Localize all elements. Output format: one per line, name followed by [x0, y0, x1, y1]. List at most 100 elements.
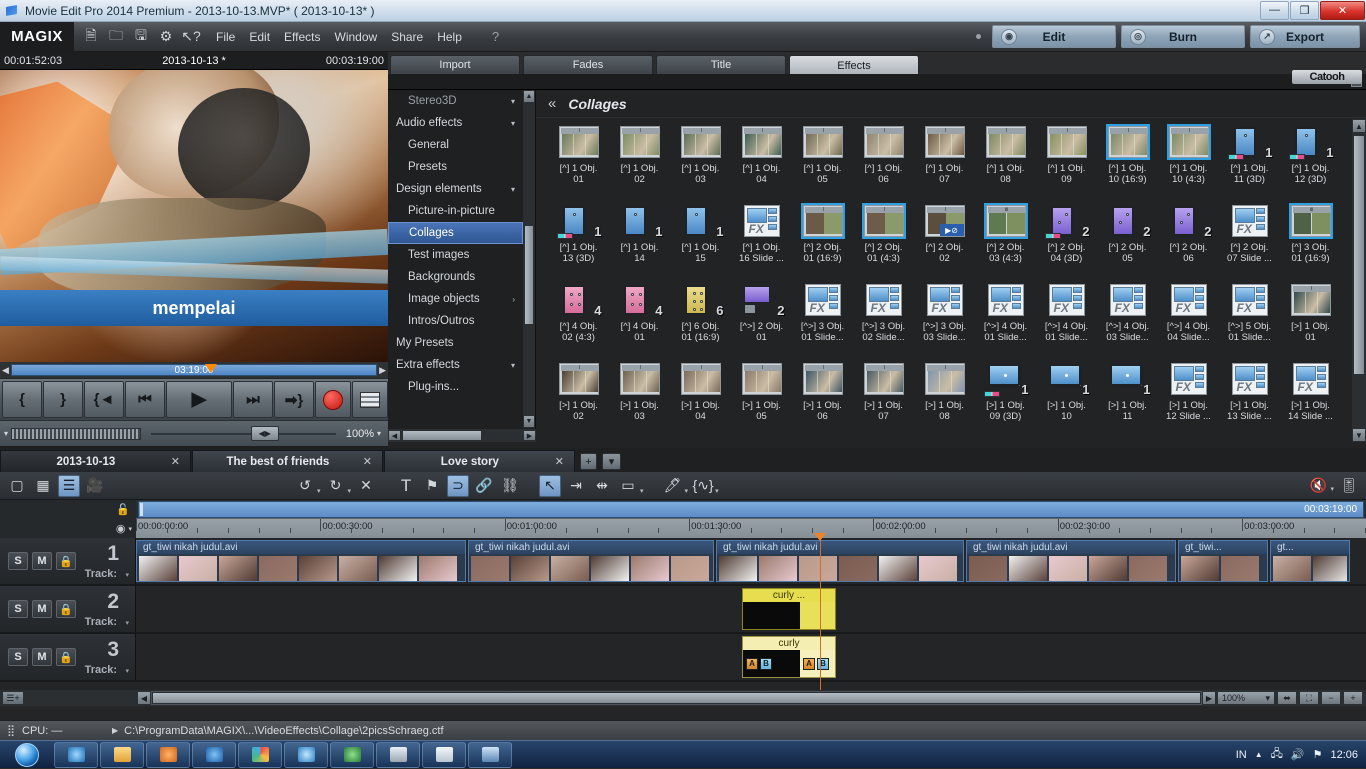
- lock-icon[interactable]: 🔒: [56, 600, 76, 618]
- taskbar-chrome-icon[interactable]: [238, 741, 282, 768]
- effect-item[interactable]: 1 [^] 1 Obj. 14: [609, 202, 670, 281]
- effect-item[interactable]: I [>] 1 Obj. 06: [792, 360, 853, 439]
- delete-icon[interactable]: ✕: [355, 475, 377, 497]
- effect-item[interactable]: Ⅲ [^] 3 Obj. 01 (16:9): [1280, 202, 1341, 281]
- track-lock-all-icon[interactable]: 🔓: [0, 500, 136, 519]
- save-disk-icon[interactable]: 🖫: [130, 26, 152, 48]
- tree-item-extra-effects[interactable]: Extra effects ▾: [388, 354, 523, 376]
- minimize-button[interactable]: —: [1260, 0, 1289, 20]
- effect-item[interactable]: 6 [^] 6 Obj. 01 (16:9): [670, 281, 731, 360]
- effect-item[interactable]: I [>] 1 Obj. 07: [853, 360, 914, 439]
- export-mode-button[interactable]: ↗ Export: [1250, 25, 1360, 48]
- add-tab-button[interactable]: +: [580, 453, 597, 470]
- unlink-icon[interactable]: ⛓: [499, 475, 521, 497]
- close-icon[interactable]: ✕: [171, 455, 180, 468]
- effect-item[interactable]: I [>] 1 Obj. 04: [670, 360, 731, 439]
- tree-item-intros-outros[interactable]: Intros/Outros: [388, 310, 523, 332]
- timeline-tab-1[interactable]: The best of friends ✕: [192, 450, 383, 472]
- effect-item[interactable]: 4 [^] 4 Obj. 02 (4:3): [548, 281, 609, 360]
- timeline-clip[interactable]: gt_tiwi nikah judul.avi: [136, 540, 466, 582]
- tree-vertical-scrollbar[interactable]: ▲ ▼: [523, 90, 535, 428]
- eraser-dropdown-icon[interactable]: ▾: [685, 487, 689, 495]
- taskbar-explorer-icon[interactable]: [100, 741, 144, 768]
- tree-item-test-images[interactable]: Test images: [388, 244, 523, 266]
- taskbar-opera-icon[interactable]: [330, 741, 374, 768]
- tree-scroll-left-icon[interactable]: ◀: [388, 430, 401, 441]
- timeline-horizontal-scrollbar[interactable]: ◀ ▶: [137, 691, 1216, 705]
- zoom-in-icon[interactable]: +: [1343, 691, 1363, 705]
- undo-dropdown-icon[interactable]: ▾: [317, 487, 321, 495]
- effect-item[interactable]: FX [^>] 4 Obj. 03 Slide...: [1097, 281, 1158, 360]
- tree-hscroll-thumb[interactable]: [402, 430, 482, 441]
- effect-item[interactable]: 1 [^] 1 Obj. 13 (3D): [548, 202, 609, 281]
- tray-language[interactable]: IN: [1236, 749, 1247, 761]
- effect-item[interactable]: I [^] 1 Obj. 04: [731, 123, 792, 202]
- time-ruler[interactable]: 00:00:00:00 00:00:30:00 00:01:00:00 00:01:3…: [136, 518, 1366, 538]
- shuttle-slider[interactable]: ◀▶: [151, 425, 336, 441]
- effect-item[interactable]: I [^] 1 Obj. 09: [1036, 123, 1097, 202]
- close-icon[interactable]: ✕: [363, 455, 372, 468]
- effect-item[interactable]: FX [>] 1 Obj. 14 Slide ...: [1280, 360, 1341, 439]
- marker-flag-icon[interactable]: ⚑: [421, 475, 443, 497]
- tree-item-design-elements[interactable]: Design elements ▾: [388, 178, 523, 200]
- trim-dropdown-icon[interactable]: ▾: [640, 487, 644, 495]
- solo-button[interactable]: S: [8, 600, 28, 618]
- close-icon[interactable]: ✕: [555, 455, 564, 468]
- magnet-snap-icon[interactable]: ⊃: [447, 474, 470, 497]
- preview-zoom-dropdown-icon[interactable]: ▾: [377, 429, 381, 438]
- effect-item[interactable]: 1 [^] 1 Obj. 11 (3D): [1219, 123, 1280, 202]
- redo-icon[interactable]: ↻: [325, 475, 347, 497]
- visibility-dropdown-icon[interactable]: ▾: [128, 525, 132, 533]
- chevron-down-icon[interactable]: ▾: [511, 361, 515, 370]
- curve-mode-icon[interactable]: {∿}: [692, 475, 714, 497]
- effect-item[interactable]: 1 [^] 1 Obj. 12 (3D): [1280, 123, 1341, 202]
- effect-item[interactable]: I [>] 1 Obj. 05: [731, 360, 792, 439]
- jog-wheel[interactable]: [11, 427, 142, 440]
- preview-scrubber[interactable]: 03:19:00: [10, 364, 378, 376]
- jump-to-in-button[interactable]: {◄: [84, 381, 124, 418]
- tab-import[interactable]: Import: [390, 55, 520, 74]
- range-left-handle[interactable]: [140, 503, 143, 516]
- tree-item-backgrounds[interactable]: Backgrounds: [388, 266, 523, 288]
- effect-item[interactable]: I [^] 1 Obj. 06: [853, 123, 914, 202]
- back-chevron-icon[interactable]: «: [548, 95, 556, 112]
- zoom-collapse-icon[interactable]: ▾: [4, 429, 8, 438]
- help-pointer-icon[interactable]: ↖?: [180, 26, 202, 48]
- effect-item[interactable]: FX [^] 2 Obj. 07 Slide ...: [1219, 202, 1280, 281]
- next-frame-button[interactable]: ⏭: [233, 381, 273, 418]
- taskbar-ie-icon[interactable]: [54, 741, 98, 768]
- burn-mode-button[interactable]: ◎ Burn: [1121, 25, 1245, 48]
- taskbar-notepad-icon[interactable]: [422, 741, 466, 768]
- split-mode-icon[interactable]: ⇥: [565, 475, 587, 497]
- timeline-clip[interactable]: gt...: [1270, 540, 1350, 582]
- tree-item-image-objects[interactable]: Image objects ›: [388, 288, 523, 310]
- hscroll-left-icon[interactable]: ◀: [137, 691, 151, 705]
- tree-item-collages[interactable]: Collages: [388, 222, 523, 244]
- timeline-tab-0[interactable]: 2013-10-13 ✕: [0, 450, 191, 472]
- taskbar-magix-icon[interactable]: [468, 741, 512, 768]
- effect-item[interactable]: FX [^>] 3 Obj. 01 Slide...: [792, 281, 853, 360]
- effect-item[interactable]: I [^] 1 Obj. 08: [975, 123, 1036, 202]
- effect-item[interactable]: I ▶⊘ [^] 2 Obj. 02: [914, 202, 975, 281]
- undo-icon[interactable]: ↺: [294, 475, 316, 497]
- title-text-icon[interactable]: T: [395, 475, 417, 497]
- tree-item-plug-ins[interactable]: Plug-ins...: [388, 376, 523, 398]
- grid-scroll-thumb[interactable]: [1353, 135, 1365, 375]
- timeline-view-icon[interactable]: ☰: [58, 474, 80, 497]
- tree-scroll-down-icon[interactable]: ▼: [523, 415, 535, 428]
- lock-icon[interactable]: 🔒: [56, 648, 76, 666]
- previous-frame-button[interactable]: ⏮: [125, 381, 165, 418]
- tree-item-picture-in-picture[interactable]: Picture-in-picture: [388, 200, 523, 222]
- effect-item[interactable]: I [^] 1 Obj. 05: [792, 123, 853, 202]
- add-track-icon[interactable]: ☰+: [2, 691, 24, 705]
- mixer-icon[interactable]: 🎚: [1338, 475, 1360, 497]
- taskbar-firefox-icon[interactable]: [192, 741, 236, 768]
- shuttle-knob[interactable]: ◀▶: [250, 425, 279, 441]
- mouse-mode-arrow-icon[interactable]: ↖: [539, 474, 562, 497]
- effect-item[interactable]: I [^] 1 Obj. 02: [609, 123, 670, 202]
- effect-item[interactable]: I [^] 1 Obj. 10 (16:9): [1097, 123, 1158, 202]
- tree-item-my-presets[interactable]: My Presets: [388, 332, 523, 354]
- tree-item-stereo3d[interactable]: Stereo3D ▾: [388, 90, 523, 112]
- track-body-3[interactable]: curly A B A B: [136, 634, 1366, 680]
- effect-item[interactable]: 2 [^>] 2 Obj. 01: [731, 281, 792, 360]
